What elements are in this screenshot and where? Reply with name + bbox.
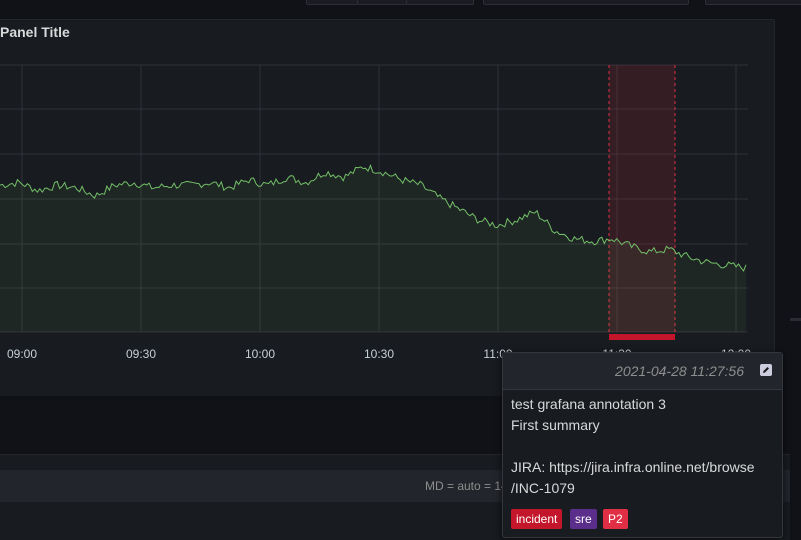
tag-incident[interactable]: incident: [511, 509, 563, 529]
tooltip-header: 2021-04-28 11:27:56: [503, 353, 782, 390]
x-tick-label: 10:00: [244, 347, 276, 361]
toolbar-button-5[interactable]: [705, 0, 801, 5]
panel-title[interactable]: Panel Title: [0, 24, 70, 40]
annotation-jira-link[interactable]: JIRA: https://jira.infra.online.net/brow…: [511, 459, 755, 475]
tag-p2[interactable]: P2: [603, 509, 628, 529]
pencil-icon[interactable]: [760, 364, 772, 376]
toolbar-button-1[interactable]: [306, 0, 358, 5]
annotation-jira-link-cont[interactable]: /INC-1079: [511, 480, 575, 496]
md-text: MD = auto = 14: [425, 479, 508, 493]
toolbar-button-4[interactable]: [483, 0, 689, 5]
annotation-title: test grafana annotation 3: [511, 396, 666, 412]
x-tick-label: 10:30: [363, 347, 395, 361]
tag-sre[interactable]: sre: [570, 509, 597, 529]
graph-area[interactable]: [0, 60, 770, 350]
annotation-summary: First summary: [511, 417, 600, 433]
toolbar-button-2[interactable]: [357, 0, 407, 5]
x-tick-label: 09:30: [125, 347, 157, 361]
scrollbar[interactable]: [790, 318, 801, 321]
annotation-marker[interactable]: [609, 334, 675, 340]
annotation-tooltip: 2021-04-28 11:27:56 test grafana annotat…: [502, 352, 783, 538]
annotation-time: 2021-04-28 11:27:56: [615, 363, 744, 379]
x-tick-label: 09:00: [6, 347, 38, 361]
toolbar-button-3[interactable]: [406, 0, 474, 5]
